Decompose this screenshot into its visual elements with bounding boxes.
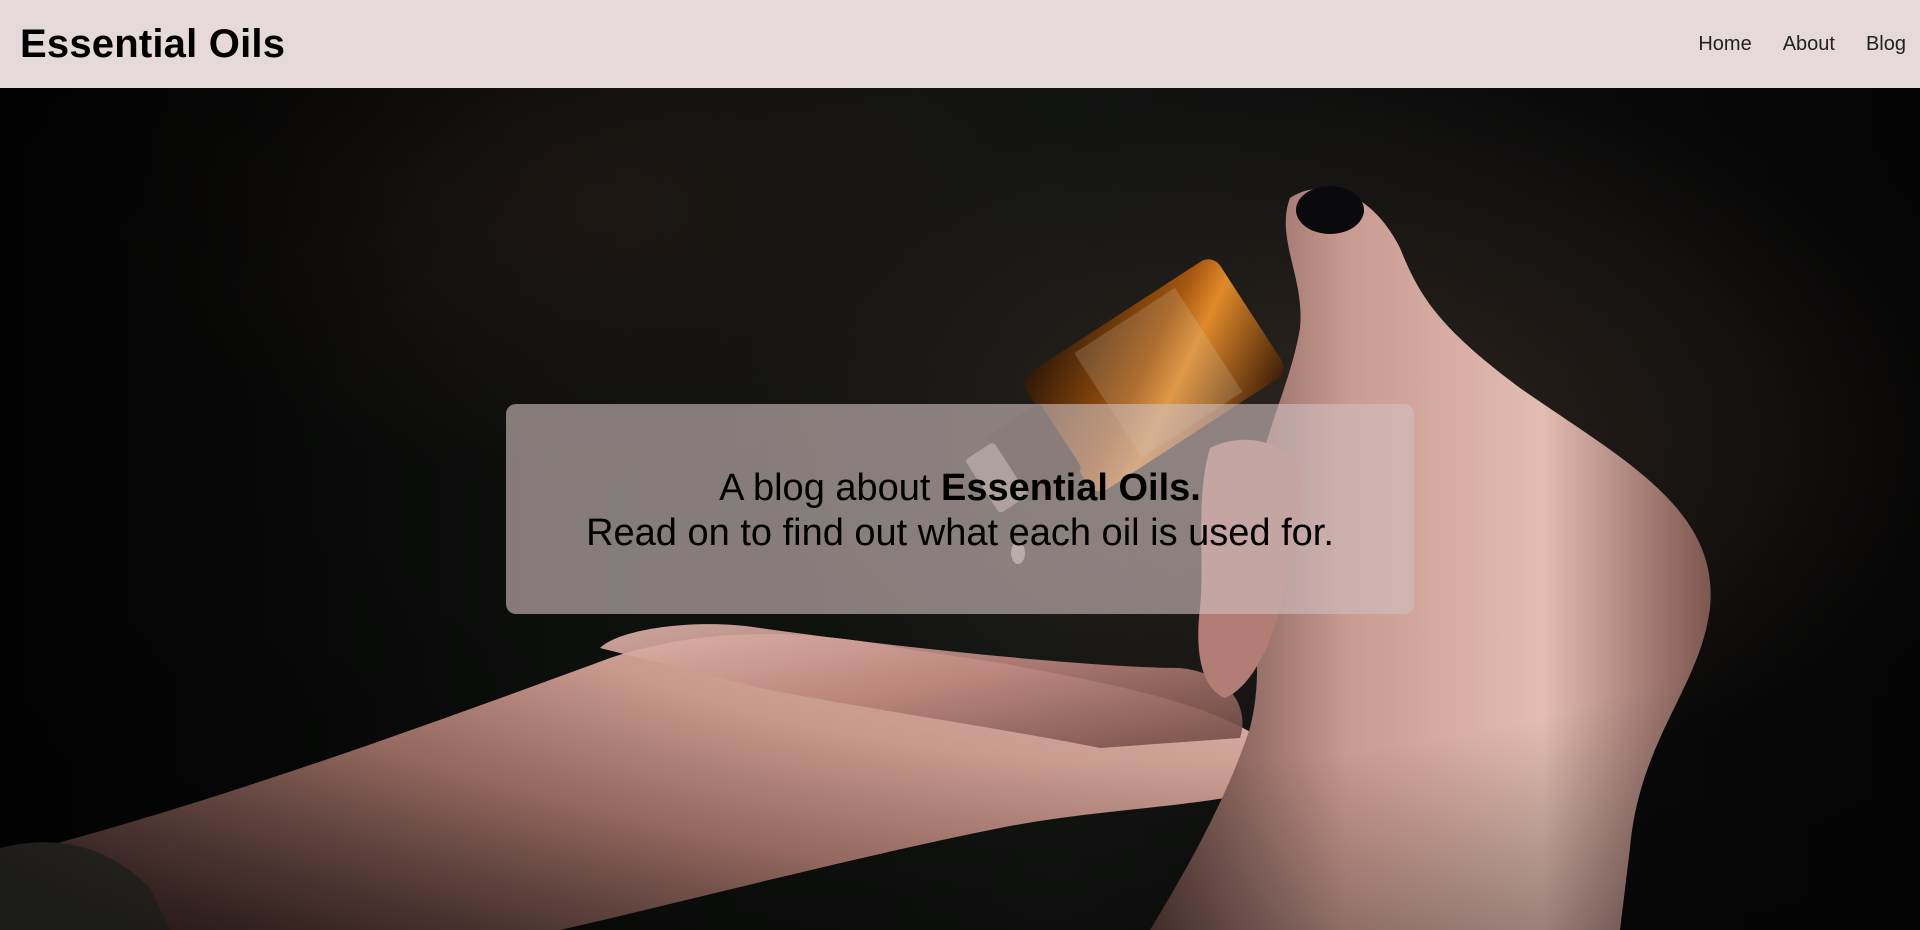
nav-blog-link[interactable]: Blog: [1866, 33, 1906, 56]
nav-about-link[interactable]: About: [1783, 33, 1835, 56]
hero-caption-box: A blog about Essential Oils. Read on to …: [506, 404, 1414, 614]
site-header: Essential Oils Home About Blog: [0, 0, 1920, 88]
hero-section: A blog about Essential Oils. Read on to …: [0, 88, 1920, 930]
hero-caption-line-2: Read on to find out what each oil is use…: [586, 512, 1334, 554]
hero-caption-line-1: A blog about Essential Oils.: [719, 466, 1201, 511]
hero-caption-bold: Essential Oils.: [941, 467, 1201, 509]
main-nav: Home About Blog: [1698, 33, 1906, 56]
site-title[interactable]: Essential Oils: [20, 22, 285, 67]
hero-caption-prefix: A blog about: [719, 467, 942, 509]
nav-home-link[interactable]: Home: [1698, 33, 1751, 56]
